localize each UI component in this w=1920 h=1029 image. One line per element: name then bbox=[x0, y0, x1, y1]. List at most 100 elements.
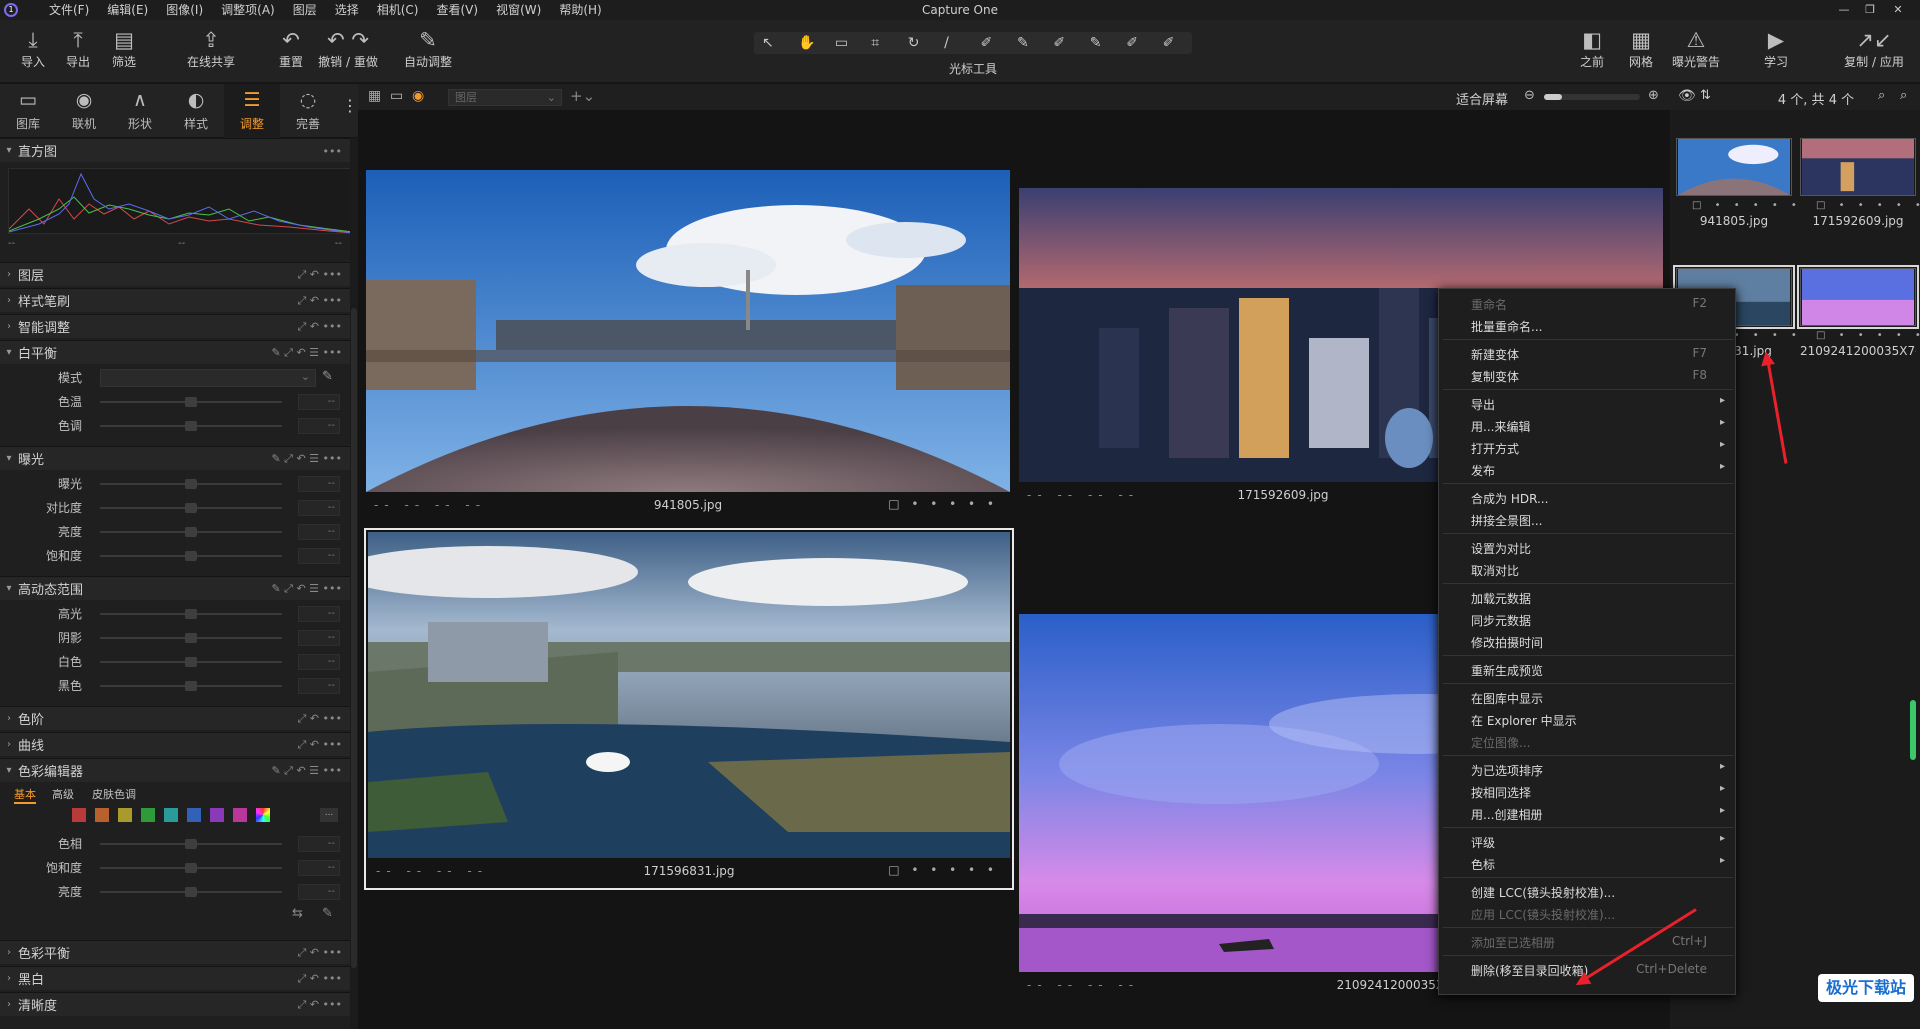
section-actions-icon[interactable]: ✎ ⤢ ↶ ☰ ••• bbox=[271, 759, 342, 783]
picker-icon[interactable]: ✎ bbox=[322, 906, 333, 921]
context-menu-item[interactable]: 批量重命名... bbox=[1439, 315, 1737, 337]
context-menu-item[interactable]: 用...来编辑 ▸ bbox=[1439, 415, 1737, 437]
left-panel-scrollbar[interactable] bbox=[350, 138, 358, 1029]
slider-knob[interactable] bbox=[185, 863, 197, 873]
grid-view-icon[interactable]: ▦ bbox=[368, 88, 381, 104]
tool-tab[interactable]: ∧ 形状 bbox=[112, 84, 168, 138]
more-colors-button[interactable]: ... bbox=[320, 808, 338, 822]
cursor-tool-icon[interactable]: ↻ bbox=[908, 35, 937, 51]
section-header[interactable]: › 清晰度 ⤢ ↶ ••• bbox=[0, 992, 350, 1016]
slider-track[interactable] bbox=[100, 479, 282, 489]
context-menu-item[interactable]: 合成为 HDR... bbox=[1439, 487, 1737, 509]
single-view-icon[interactable]: ▭ bbox=[390, 88, 403, 104]
context-menu-item[interactable]: 同步元数据 bbox=[1439, 609, 1737, 631]
more-icon[interactable]: ••• bbox=[323, 139, 342, 163]
sort-icon[interactable]: ⇅ bbox=[1700, 88, 1711, 103]
context-menu-item[interactable]: 取消对比 bbox=[1439, 559, 1737, 581]
slider-track[interactable] bbox=[100, 421, 282, 431]
slider-knob[interactable] bbox=[185, 887, 197, 897]
menu-item[interactable]: 图像(I) bbox=[157, 0, 212, 20]
slider-value[interactable]: -- bbox=[298, 630, 340, 646]
viewer-image-3[interactable]: -- -- -- -- 171596831.jpg □ • • • • • bbox=[368, 532, 1010, 886]
layer-select[interactable]: 图层 ⌄ bbox=[448, 89, 562, 106]
histogram-header[interactable]: ▾ 直方图 ••• bbox=[0, 138, 350, 162]
color-swatch[interactable] bbox=[164, 808, 178, 822]
cursor-tool-icon[interactable]: ✐ bbox=[1053, 35, 1082, 51]
context-menu-item[interactable]: 修改拍摄时间 bbox=[1439, 631, 1737, 653]
thumb-rating[interactable]: □ • • • • • bbox=[1816, 330, 1920, 341]
undo-redo-button[interactable]: ↶ ↷ 撤销 / 重做 bbox=[316, 26, 380, 70]
copy-apply-button[interactable]: ↗↙ 复制 / 应用 bbox=[1836, 26, 1912, 70]
section-actions-icon[interactable]: ⤢ ↶ ••• bbox=[298, 315, 342, 339]
wb-mode-select[interactable]: ⌄ bbox=[100, 369, 316, 387]
slider-track[interactable] bbox=[100, 551, 282, 561]
slider-knob[interactable] bbox=[185, 503, 197, 513]
browser-scrollbar[interactable] bbox=[1910, 700, 1916, 760]
section-header[interactable]: › 色彩平衡 ⤢ ↶ ••• bbox=[0, 940, 350, 964]
context-menu-item[interactable]: 色标 ▸ bbox=[1439, 853, 1737, 875]
color-swatch[interactable] bbox=[118, 808, 132, 822]
zoom-slider-knob[interactable] bbox=[1544, 94, 1562, 100]
slider-track[interactable] bbox=[100, 681, 282, 691]
slider-track[interactable] bbox=[100, 633, 282, 643]
section-header[interactable]: › 曲线 ⤢ ↶ ••• bbox=[0, 732, 350, 756]
eye-icon[interactable]: 👁 bbox=[1678, 88, 1696, 104]
maximize-button[interactable]: ❐ bbox=[1858, 0, 1882, 20]
color-swatch[interactable] bbox=[141, 808, 155, 822]
menu-item[interactable]: 编辑(E) bbox=[98, 0, 157, 20]
section-header[interactable]: › 样式笔刷 ⤢ ↶ ••• bbox=[0, 288, 350, 312]
cursor-tool-icon[interactable]: ▭ bbox=[835, 35, 864, 51]
section-actions-icon[interactable]: ⤢ ↶ ••• bbox=[298, 289, 342, 313]
section-actions-icon[interactable]: ✎ ⤢ ↶ ☰ ••• bbox=[271, 577, 342, 601]
slider-knob[interactable] bbox=[185, 421, 197, 431]
color-wheel-icon[interactable] bbox=[256, 808, 270, 822]
slider-knob[interactable] bbox=[185, 839, 197, 849]
menu-item[interactable]: 调整项(A) bbox=[212, 0, 284, 20]
swap-icon[interactable]: ⇆ bbox=[292, 906, 303, 921]
tool-tab[interactable]: ◉ 联机 bbox=[56, 84, 112, 138]
slider-value[interactable]: -- bbox=[298, 418, 340, 434]
slider-value[interactable]: -- bbox=[298, 860, 340, 876]
color-swatch[interactable] bbox=[233, 808, 247, 822]
menu-item[interactable]: 帮助(H) bbox=[550, 0, 610, 20]
context-menu-item[interactable]: 重新生成预览 bbox=[1439, 659, 1737, 681]
slider-value[interactable]: -- bbox=[298, 836, 340, 852]
cursor-tool-icon[interactable]: ✐ bbox=[1126, 35, 1155, 51]
color-editor-tab[interactable]: 基本 bbox=[14, 786, 36, 804]
section-actions-icon[interactable]: ⤢ ↶ ••• bbox=[298, 967, 342, 991]
slider-track[interactable] bbox=[100, 609, 282, 619]
slider-knob[interactable] bbox=[185, 479, 197, 489]
eyedropper-icon[interactable]: ✎ bbox=[322, 369, 333, 384]
auto-adjust-button[interactable]: ✎ 自动调整 bbox=[386, 26, 470, 70]
filter-button[interactable]: ▤ 筛选 bbox=[106, 26, 142, 70]
context-menu-item[interactable]: 导出 ▸ bbox=[1439, 393, 1737, 415]
slider-value[interactable]: -- bbox=[298, 524, 340, 540]
menu-item[interactable]: 视窗(W) bbox=[487, 0, 550, 20]
before-button[interactable]: ◧ 之前 bbox=[1572, 26, 1612, 70]
tool-tab[interactable]: ◌ 完善 bbox=[280, 84, 336, 138]
color-swatch[interactable] bbox=[210, 808, 224, 822]
import-button[interactable]: ⤓ 导入 bbox=[18, 26, 48, 70]
slider-track[interactable] bbox=[100, 503, 282, 513]
section-actions-icon[interactable]: ⤢ ↶ ••• bbox=[298, 941, 342, 965]
share-button[interactable]: ⇪ 在线共享 bbox=[176, 26, 246, 70]
section-header[interactable]: ▾ 高动态范围 ✎ ⤢ ↶ ☰ ••• bbox=[0, 576, 350, 600]
cursor-tool-icon[interactable]: ✋ bbox=[798, 35, 827, 51]
section-actions-icon[interactable]: ⤢ ↶ ••• bbox=[298, 733, 342, 757]
export-button[interactable]: ⤒ 导出 bbox=[60, 26, 96, 70]
section-header[interactable]: ▾ 色彩编辑器 ✎ ⤢ ↶ ☰ ••• bbox=[0, 758, 350, 782]
scrollbar-thumb[interactable] bbox=[351, 308, 357, 968]
preview-icon[interactable]: ◉ bbox=[412, 88, 424, 104]
section-header[interactable]: ▾ 白平衡 ✎ ⤢ ↶ ☰ ••• bbox=[0, 340, 350, 364]
zoom-out-icon[interactable]: ⊖ bbox=[1524, 88, 1535, 103]
section-header[interactable]: › 图层 ⤢ ↶ ••• bbox=[0, 262, 350, 286]
slider-track[interactable] bbox=[100, 657, 282, 667]
menu-item[interactable]: 文件(F) bbox=[40, 0, 98, 20]
context-menu-item[interactable]: 在 Explorer 中显示 bbox=[1439, 709, 1737, 731]
section-header[interactable]: › 黑白 ⤢ ↶ ••• bbox=[0, 966, 350, 990]
slider-knob[interactable] bbox=[185, 609, 197, 619]
cursor-tool-icon[interactable]: ↖ bbox=[762, 35, 791, 51]
slider-knob[interactable] bbox=[185, 681, 197, 691]
context-menu-item[interactable]: 在图库中显示 bbox=[1439, 687, 1737, 709]
menu-item[interactable]: 查看(V) bbox=[428, 0, 488, 20]
